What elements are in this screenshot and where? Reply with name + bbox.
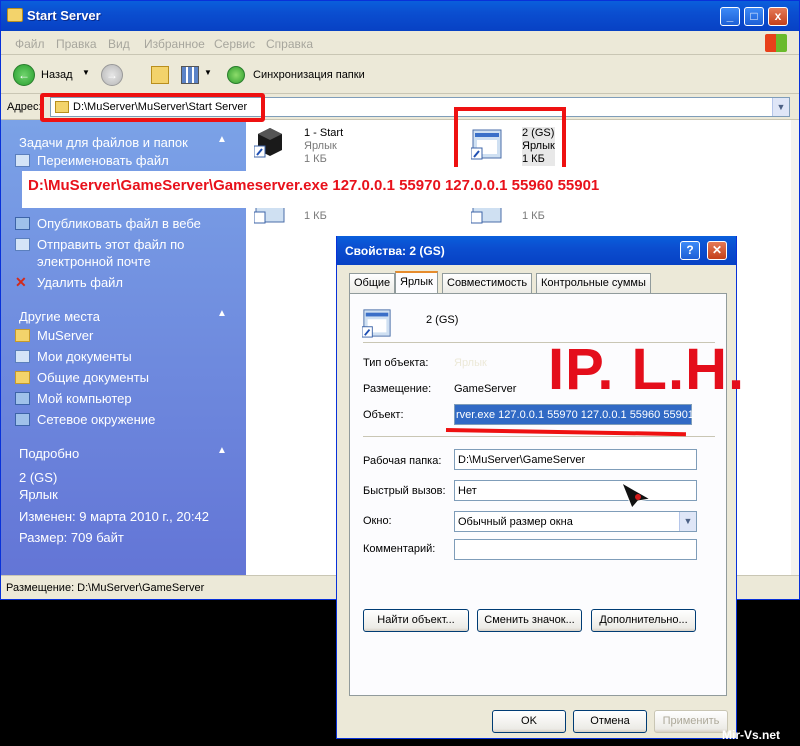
tab-checksums[interactable]: Контрольные суммы <box>536 273 651 293</box>
toolbar: ← Назад ▼ → ▼ Синхронизация папки <box>1 56 799 94</box>
workdir-field[interactable]: D:\MuServer\GameServer <box>454 449 697 470</box>
cancel-button[interactable]: Отмена <box>573 710 647 733</box>
chevron-down-icon[interactable]: ▼ <box>772 98 789 116</box>
file-type: Ярлык <box>304 140 337 152</box>
back-button-label[interactable]: Назад <box>41 69 73 81</box>
menu-tools[interactable]: Сервис <box>214 37 255 51</box>
mouse-cursor-icon <box>621 481 652 509</box>
network-icon <box>15 413 30 426</box>
file-highlight <box>454 107 566 167</box>
shortcut-icon <box>254 128 282 158</box>
shortcut-icon <box>362 309 391 338</box>
windows-logo-icon <box>765 34 787 52</box>
forward-arrow-icon[interactable]: → <box>101 64 123 86</box>
menu-view[interactable]: Вид <box>108 37 130 51</box>
comment-field[interactable] <box>454 539 697 560</box>
find-target-button[interactable]: Найти объект... <box>363 609 469 632</box>
computer-icon <box>15 392 30 405</box>
location-label: Размещение: <box>363 383 432 395</box>
close-button[interactable]: x <box>768 7 788 26</box>
target-label: Объект: <box>363 409 404 421</box>
file-name: 1 - Start <box>304 127 344 139</box>
ip-annotation: IP. L.H. <box>548 337 746 402</box>
hotkey-label: Быстрый вызов: <box>363 485 446 497</box>
minimize-button[interactable]: _ <box>720 7 740 26</box>
type-label: Тип объекта: <box>363 357 429 369</box>
maximize-button[interactable]: □ <box>744 7 764 26</box>
rename-icon <box>15 154 30 167</box>
tab-shortcut[interactable]: Ярлык <box>395 271 438 294</box>
sync-icon[interactable] <box>227 66 245 84</box>
location-value: GameServer <box>454 383 517 395</box>
window-title: Start Server <box>27 8 101 23</box>
sync-button-label[interactable]: Синхронизация папки <box>253 69 365 81</box>
documents-icon <box>15 350 30 363</box>
tab-bar: Общие Ярлык Совместимость Контрольные су… <box>349 271 729 294</box>
properties-dialog: Свойства: 2 (GS) ? ✕ Общие Ярлык Совмест… <box>336 236 737 739</box>
scrollbar[interactable] <box>791 120 799 575</box>
views-dropdown-icon[interactable]: ▼ <box>204 68 212 77</box>
collapse-icon[interactable]: ▲ <box>217 308 227 319</box>
collapse-icon[interactable]: ▲ <box>217 445 227 456</box>
folder-icon <box>15 329 30 342</box>
collapse-icon[interactable]: ▲ <box>217 134 227 145</box>
back-arrow-icon[interactable]: ← <box>13 64 35 86</box>
type-value: Ярлык <box>454 357 487 369</box>
command-annotation: D:\MuServer\GameServer\Gameserver.exe 12… <box>22 171 662 208</box>
help-button[interactable]: ? <box>680 241 700 260</box>
advanced-button[interactable]: Дополнительно... <box>591 609 696 632</box>
dialog-close-button[interactable]: ✕ <box>707 241 727 260</box>
comment-label: Комментарий: <box>363 543 436 555</box>
email-icon <box>15 238 30 251</box>
menu-bar: Файл Правка Вид Избранное Сервис Справка <box>1 31 799 55</box>
address-highlight <box>40 93 265 122</box>
tab-general[interactable]: Общие <box>349 273 396 293</box>
back-dropdown-icon[interactable]: ▼ <box>82 68 90 77</box>
folder-icon <box>15 371 30 384</box>
chevron-down-icon[interactable]: ▼ <box>679 512 696 531</box>
apply-button[interactable]: Применить <box>654 710 728 733</box>
menu-file[interactable]: Файл <box>15 37 45 51</box>
watermark: Mir-Vs.net <box>722 728 781 742</box>
menu-favorites[interactable]: Избранное <box>144 37 205 51</box>
dialog-title: Свойства: 2 (GS) <box>345 244 445 258</box>
hotkey-field[interactable]: Нет <box>454 480 697 501</box>
divider <box>363 436 715 437</box>
folder-up-icon[interactable] <box>151 66 169 84</box>
dialog-title-bar[interactable]: Свойства: 2 (GS) ? ✕ <box>337 236 736 265</box>
window-select[interactable]: Обычный размер окна ▼ <box>454 511 697 532</box>
menu-edit[interactable]: Правка <box>56 37 97 51</box>
ok-button[interactable]: OK <box>492 710 566 733</box>
file-size: 1 КБ <box>304 153 327 165</box>
file-size: 1 КБ <box>522 210 545 222</box>
status-text: Размещение: D:\MuServer\GameServer <box>6 582 205 594</box>
window-label: Окно: <box>363 515 392 527</box>
screen: Start Server _ □ x Файл Правка Вид Избра… <box>0 0 800 746</box>
file-size: 1 КБ <box>304 210 327 222</box>
tab-compatibility[interactable]: Совместимость <box>442 273 533 293</box>
delete-icon: ✕ <box>15 274 27 290</box>
shortcut-name: 2 (GS) <box>426 314 459 326</box>
title-bar[interactable]: Start Server _ □ x <box>1 1 799 31</box>
address-label: Адрес: <box>7 101 42 113</box>
workdir-label: Рабочая папка: <box>363 455 442 467</box>
views-icon[interactable] <box>181 66 199 84</box>
target-field[interactable]: rver.exe 127.0.0.1 55970 127.0.0.1 55960… <box>454 404 694 425</box>
change-icon-button[interactable]: Сменить значок... <box>477 609 582 632</box>
menu-help[interactable]: Справка <box>266 37 313 51</box>
web-publish-icon <box>15 217 30 230</box>
folder-icon <box>7 8 23 22</box>
